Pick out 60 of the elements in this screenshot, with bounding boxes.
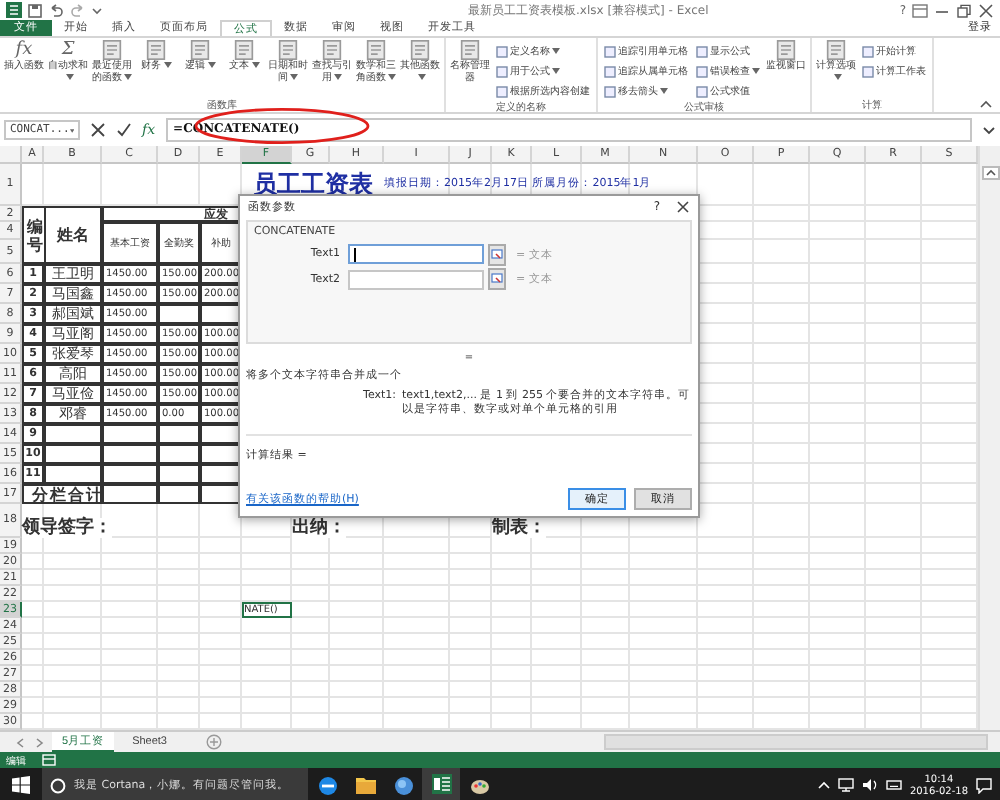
spreadsheet-icon — [431, 774, 451, 794]
table-cell — [158, 424, 200, 444]
close-icon[interactable] — [978, 3, 994, 17]
network-icon[interactable] — [837, 778, 854, 792]
document-icon — [190, 40, 210, 60]
table-cell: 分栏合计 — [22, 484, 102, 504]
ribbon-options-icon[interactable] — [912, 3, 928, 17]
save-icon[interactable] — [28, 3, 42, 17]
document-icon — [460, 40, 480, 60]
caret-icon[interactable] — [92, 5, 102, 15]
table-cell — [102, 464, 158, 484]
collapse-icon[interactable] — [980, 100, 992, 108]
cancel-icon[interactable] — [90, 122, 106, 138]
document-icon — [278, 40, 298, 60]
folder-icon — [355, 776, 375, 794]
horizontal-scrollbar[interactable] — [604, 734, 988, 750]
restore-icon[interactable] — [956, 3, 972, 17]
notification-icon[interactable] — [976, 777, 992, 793]
document-icon — [776, 40, 796, 60]
document-icon — [146, 40, 166, 60]
collapse-dialog-icon[interactable] — [488, 268, 506, 290]
windows-icon[interactable] — [12, 776, 30, 794]
document-icon — [102, 40, 122, 60]
palette-icon — [469, 775, 489, 795]
table-cell — [158, 444, 200, 464]
table-cell — [44, 464, 102, 484]
document-icon — [366, 40, 386, 60]
volume-icon[interactable] — [861, 778, 878, 792]
table-header: 姓名 — [44, 206, 102, 264]
taskbar-app[interactable] — [422, 768, 460, 800]
undo-icon[interactable] — [48, 3, 64, 17]
signature-label: 出纳： — [292, 518, 346, 538]
document-icon — [826, 40, 846, 60]
document-icon — [234, 40, 254, 60]
argument-field[interactable] — [348, 269, 484, 289]
table-cell — [102, 424, 158, 444]
table-cell — [158, 304, 200, 324]
chevron-up-icon[interactable] — [817, 780, 830, 790]
globe-icon — [393, 775, 413, 795]
signature-label: 制表： — [492, 518, 546, 538]
caret-icon — [69, 127, 74, 133]
scroll-up-icon[interactable] — [981, 166, 999, 180]
collapse-dialog-icon[interactable] — [488, 243, 506, 265]
table-cell — [102, 444, 158, 464]
table-cell — [158, 464, 200, 484]
function-icon: Σ — [61, 40, 75, 60]
table-cell — [44, 424, 102, 444]
function-icon: fx — [15, 40, 33, 60]
close-icon[interactable] — [676, 199, 690, 213]
table-cell — [102, 484, 158, 504]
document-icon — [410, 40, 430, 60]
table-cell — [158, 484, 200, 504]
signature-label: 领导签字： — [22, 518, 112, 538]
check-icon[interactable] — [116, 122, 132, 138]
document-icon — [322, 40, 342, 60]
argument-field[interactable] — [348, 244, 484, 264]
expand-icon[interactable] — [982, 125, 996, 135]
keyboard-icon[interactable] — [885, 778, 902, 792]
circle-icon — [50, 777, 66, 793]
table-cell — [44, 444, 102, 464]
